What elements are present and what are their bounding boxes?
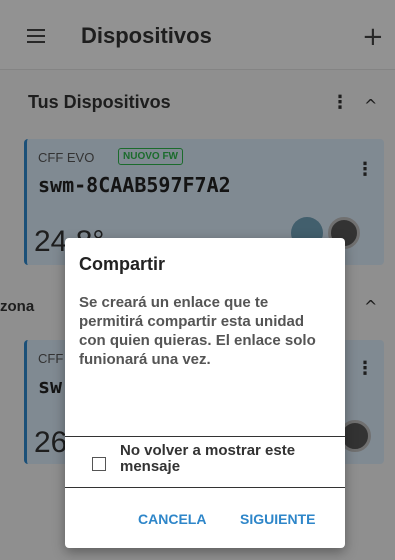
next-button[interactable]: SIGUIENTE xyxy=(240,511,315,527)
dialog-message: Se creará un enlace que te permitirá com… xyxy=(79,294,316,368)
dont-show-again-checkbox[interactable] xyxy=(92,457,106,471)
divider xyxy=(65,436,345,437)
cancel-button[interactable]: CANCELA xyxy=(138,511,206,527)
share-dialog: Compartir Se creará un enlace que te per… xyxy=(65,238,345,548)
dialog-title: Compartir xyxy=(79,254,166,274)
divider xyxy=(65,487,345,488)
checkbox-label[interactable]: No volver a mostrar este mensaje xyxy=(120,443,320,475)
